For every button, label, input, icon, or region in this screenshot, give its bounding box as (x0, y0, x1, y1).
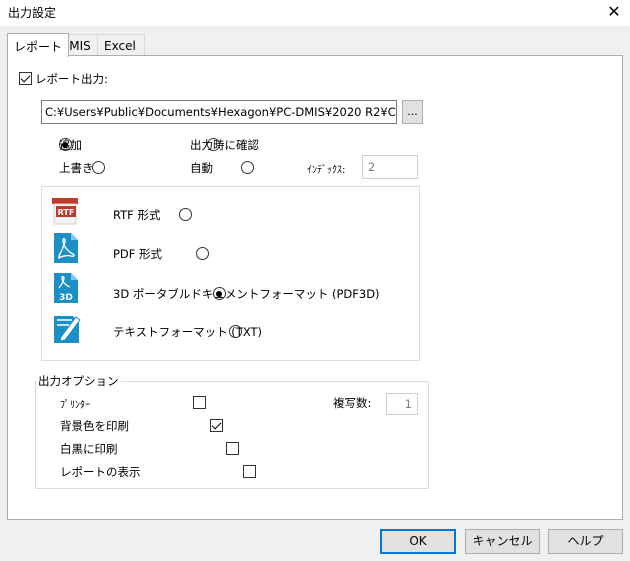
append-label: 追加 (59, 138, 82, 152)
ok-button[interactable]: OK (380, 529, 456, 554)
report-output-checkbox[interactable] (19, 72, 32, 85)
pdf3d-icon: 3D (53, 272, 79, 304)
print-bw-label: 白黒に印刷 (60, 442, 118, 456)
rtf-label: RTF 形式 (113, 208, 161, 222)
print-bw-checkbox[interactable] (226, 442, 240, 455)
help-button[interactable]: ヘルプ (548, 529, 623, 554)
printer-checkbox[interactable] (192, 396, 206, 409)
confirm-on-output-label: 出力時に確認 (190, 138, 259, 152)
overwrite-label: 上書き (59, 161, 94, 175)
browse-button[interactable]: ... (402, 100, 423, 124)
output-path-input[interactable]: C:¥Users¥Public¥Documents¥Hexagon¥PC-DMI… (41, 100, 397, 124)
pdf-radio[interactable] (195, 247, 209, 260)
auto-radio[interactable] (240, 161, 254, 174)
txt-label: テキストフォーマット (TXT) (113, 325, 263, 339)
overwrite-radio[interactable] (91, 161, 105, 174)
report-output-label: レポート出力: (35, 72, 108, 86)
copies-input[interactable]: 1 (386, 393, 418, 415)
svg-text:3D: 3D (59, 293, 73, 303)
pdf3d-label: 3D ポータブルドキュメントフォーマット (PDF3D) (113, 287, 380, 301)
show-report-checkbox[interactable] (242, 465, 256, 478)
auto-label: 自動 (190, 161, 213, 175)
show-report-label: レポートの表示 (60, 465, 141, 479)
pdf-icon (53, 232, 79, 264)
txt-icon (51, 311, 83, 345)
pdf-label: PDF 形式 (113, 247, 163, 261)
output-options-label: 出力オプション (36, 373, 121, 389)
title-bar (0, 0, 630, 26)
svg-text:RTF: RTF (58, 208, 75, 217)
close-icon[interactable]: ✕ (603, 1, 625, 23)
index-label: ｲﾝﾃﾞｯｸｽ: (307, 165, 346, 176)
printer-label: ﾌﾟﾘﾝﾀｰ (60, 400, 90, 411)
index-input[interactable]: 2 (362, 155, 418, 179)
cancel-button[interactable]: キャンセル (465, 529, 540, 554)
tab-report[interactable]: レポート (7, 33, 70, 57)
print-background-checkbox[interactable] (209, 419, 223, 432)
window-title: 出力設定 (8, 6, 57, 20)
tab-excel[interactable]: Excel (97, 34, 145, 56)
copies-label: 複写数: (333, 396, 372, 410)
print-background-label: 背景色を印刷 (60, 419, 129, 433)
rtf-icon: RTF (51, 196, 79, 226)
